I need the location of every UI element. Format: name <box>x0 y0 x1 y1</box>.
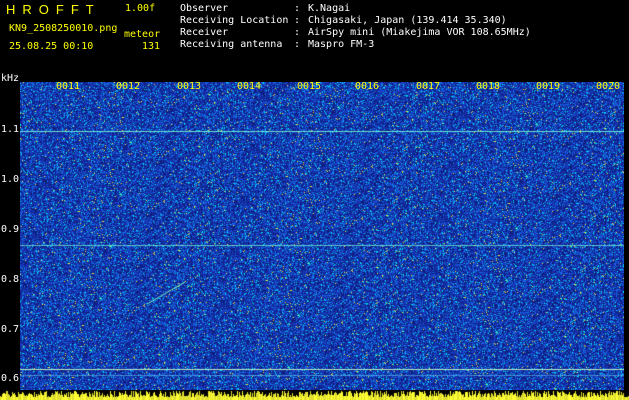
x-tick-label: 0013 <box>177 81 202 92</box>
info-value: AirSpy mini (Miakejima VOR 108.65MHz) <box>308 27 531 38</box>
station-info: Observer: K.Nagai Receiving Location: Chig… <box>180 3 531 51</box>
date-time: 25.08.25 00:10 <box>9 41 94 52</box>
y-tick-label: 0.6 <box>1 373 20 384</box>
info-row-location: Receiving Location: Chigasaki, Japan (139… <box>180 15 531 27</box>
app-title: HROFFT <box>6 2 101 17</box>
info-row-antenna: Receiving antenna: Maspro FM-3 <box>180 39 531 51</box>
x-tick-label: 0018 <box>476 81 501 92</box>
spectrogram-plot <box>20 82 624 390</box>
y-tick-label: 0.8 <box>1 274 20 285</box>
info-separator: : <box>294 27 301 38</box>
signal-level-bar <box>0 390 629 400</box>
x-tick-label: 0017 <box>416 81 441 92</box>
info-row-observer: Observer: K.Nagai <box>180 3 531 15</box>
meteor-count: 131 <box>142 41 161 52</box>
app-version: 1.00f <box>125 3 156 14</box>
file-name: KN9_2508250010.png <box>9 23 118 34</box>
spectrogram-canvas <box>20 82 624 390</box>
x-tick-label: 0011 <box>56 81 81 92</box>
info-value: K.Nagai <box>308 3 351 14</box>
info-row-receiver: Receiver: AirSpy mini (Miakejima VOR 108.… <box>180 27 531 39</box>
y-tick-label: 1.1 <box>1 124 20 135</box>
info-label: Receiver <box>180 27 229 38</box>
x-tick-label: 0015 <box>297 81 322 92</box>
y-tick-label: 1.0 <box>1 174 20 185</box>
info-separator: : <box>294 39 301 50</box>
detection-mode: meteor <box>124 29 161 40</box>
x-tick-label: 0016 <box>355 81 380 92</box>
info-label: Receiving antenna <box>180 39 283 50</box>
x-tick-label: 0020 <box>596 81 621 92</box>
y-tick-label: 0.7 <box>1 324 20 335</box>
y-tick-label: 0.9 <box>1 224 20 235</box>
info-separator: : <box>294 15 301 26</box>
x-tick-label: 0014 <box>237 81 262 92</box>
info-value: Chigasaki, Japan (139.414 35.340) <box>308 15 507 26</box>
info-label: Observer <box>180 3 229 14</box>
info-separator: : <box>294 3 301 14</box>
info-label: Receiving Location <box>180 15 289 26</box>
info-value: Maspro FM-3 <box>308 39 375 50</box>
x-tick-label: 0012 <box>116 81 141 92</box>
y-axis-unit: kHz <box>1 73 20 84</box>
x-tick-label: 0019 <box>536 81 561 92</box>
